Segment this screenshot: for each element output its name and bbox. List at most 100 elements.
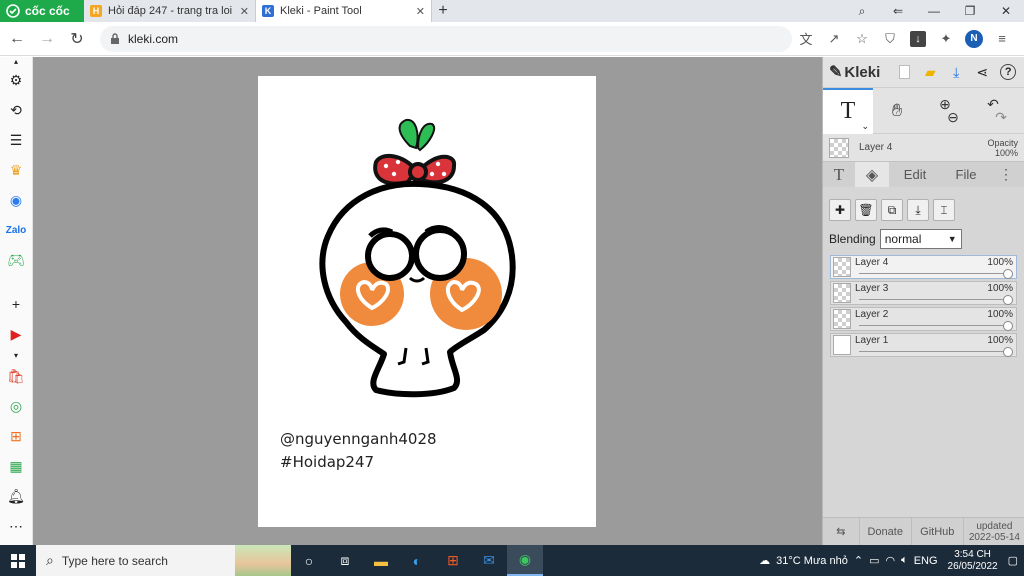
- translate-icon[interactable]: 文: [794, 27, 818, 51]
- open-folder-icon[interactable]: ▰: [920, 62, 940, 82]
- forward-button[interactable]: →: [34, 26, 60, 52]
- coccoc-taskbar-icon[interactable]: ◉: [507, 545, 543, 576]
- updated-info[interactable]: updated 2022-05-14: [964, 518, 1024, 546]
- close-window-button[interactable]: ✕: [988, 0, 1024, 22]
- shield-icon[interactable]: ⛉: [878, 27, 902, 51]
- share-icon[interactable]: ⋖: [972, 62, 992, 82]
- reload-button[interactable]: ↻: [64, 26, 90, 52]
- opacity-slider-track[interactable]: [859, 273, 1008, 274]
- tab-search-icon[interactable]: ⌕: [844, 0, 880, 22]
- notifications-icon[interactable]: ▢: [1008, 554, 1018, 567]
- back-arrow-icon[interactable]: ⇐: [880, 0, 916, 22]
- url-input[interactable]: kleki.com: [100, 25, 792, 52]
- settings-icon[interactable]: ⚙: [0, 65, 33, 95]
- text-tool[interactable]: T ⌄: [823, 87, 873, 134]
- layer-row[interactable]: Layer 3 100%: [830, 281, 1017, 305]
- history-icon[interactable]: ⟲: [0, 95, 33, 125]
- tab-text-settings[interactable]: T: [823, 162, 855, 187]
- close-icon[interactable]: ✕: [240, 5, 249, 18]
- rename-layer-icon[interactable]: ⌶: [933, 199, 955, 221]
- layer-row[interactable]: Layer 2 100%: [830, 307, 1017, 331]
- volume-icon[interactable]: 🔈︎: [901, 554, 908, 567]
- tab-edit[interactable]: Edit: [889, 162, 941, 187]
- battery-icon[interactable]: ▭: [869, 554, 879, 567]
- tab-file[interactable]: File: [941, 162, 991, 187]
- profile-button[interactable]: N: [962, 27, 986, 51]
- blending-value: normal: [884, 232, 922, 246]
- game-icon[interactable]: 🎮︎: [0, 245, 33, 275]
- opacity-slider-handle[interactable]: [1003, 269, 1013, 279]
- zoom-icon[interactable]: ⊕ ⊖: [921, 88, 969, 134]
- canvas-workspace[interactable]: @nguyennganh4028 #Hoidap247: [33, 57, 822, 545]
- task-view-icon[interactable]: ○: [291, 545, 327, 576]
- chevron-down-icon[interactable]: ⌄: [861, 121, 869, 132]
- opacity-slider-track[interactable]: [859, 325, 1008, 326]
- tiki-icon[interactable]: ⊞: [0, 421, 33, 451]
- donate-link[interactable]: Donate: [860, 517, 912, 546]
- new-image-icon[interactable]: [894, 62, 914, 82]
- scroll-up-icon[interactable]: ▴: [0, 57, 33, 66]
- github-link[interactable]: GitHub: [912, 517, 964, 546]
- kleki-logo[interactable]: ✎ Kleki: [829, 62, 880, 82]
- widgets-icon[interactable]: ⧈: [327, 545, 363, 576]
- layer-row[interactable]: Layer 4 100%: [830, 255, 1017, 279]
- chevron-down-icon[interactable]: ▾: [0, 349, 33, 361]
- swap-side-icon[interactable]: ⇆: [823, 517, 860, 546]
- add-icon[interactable]: +: [0, 289, 33, 319]
- edge-icon[interactable]: ◐: [399, 545, 435, 576]
- notification-bell-icon[interactable]: 🔔︎: [0, 481, 33, 511]
- new-tab-button[interactable]: +: [432, 0, 454, 22]
- more-vertical-icon[interactable]: ⋮: [991, 162, 1021, 187]
- opacity-slider-handle[interactable]: [1003, 321, 1013, 331]
- coccoc-map-icon[interactable]: ◎: [0, 391, 33, 421]
- back-button[interactable]: ←: [4, 26, 30, 52]
- opacity-slider-handle[interactable]: [1003, 347, 1013, 357]
- minimize-button[interactable]: —: [916, 0, 952, 22]
- mail-icon[interactable]: ✉: [471, 545, 507, 576]
- file-explorer-icon[interactable]: ▬: [363, 545, 399, 576]
- download-icon[interactable]: ↓: [906, 27, 930, 51]
- weather-icon[interactable]: ☁: [759, 554, 770, 567]
- layer-row[interactable]: Layer 1 100%: [830, 333, 1017, 357]
- tab-kleki[interactable]: K Kleki - Paint Tool ✕: [256, 0, 432, 22]
- extensions-icon[interactable]: ✦: [934, 27, 958, 51]
- browser-logo[interactable]: cốc cốc: [0, 0, 84, 22]
- tab-hoidap[interactable]: H Hỏi đáp 247 - trang tra loi ✕: [84, 0, 256, 22]
- spreadsheet-icon[interactable]: ▦: [0, 451, 33, 481]
- undo-redo-icon[interactable]: ↶ ↷: [969, 88, 1017, 134]
- opacity-slider-handle[interactable]: [1003, 295, 1013, 305]
- restore-button[interactable]: ❐: [952, 0, 988, 22]
- hand-tool-icon[interactable]: ✋︎: [873, 88, 921, 134]
- more-icon[interactable]: ⋯: [0, 511, 33, 541]
- help-icon[interactable]: ?: [998, 62, 1018, 82]
- store-icon[interactable]: ⊞: [435, 545, 471, 576]
- language-indicator[interactable]: ENG: [914, 555, 938, 567]
- chevron-up-icon[interactable]: ⌃: [854, 554, 863, 567]
- menu-icon[interactable]: ≡: [990, 27, 1014, 51]
- zalo-icon[interactable]: Zalo: [0, 215, 33, 245]
- blending-select[interactable]: normal ▼: [879, 229, 962, 249]
- messenger-icon[interactable]: ◉: [0, 185, 33, 215]
- tab-layers[interactable]: ◈: [855, 162, 889, 187]
- share-icon[interactable]: ↗: [822, 27, 846, 51]
- shopping-icon[interactable]: 🛍︎: [0, 361, 33, 391]
- weather-text[interactable]: 31°C Mưa nhỏ: [776, 555, 848, 567]
- merge-layer-icon[interactable]: ⤓: [907, 199, 929, 221]
- blending-row: Blending normal ▼: [823, 221, 1024, 249]
- drawing-canvas[interactable]: @nguyennganh4028 #Hoidap247: [258, 76, 596, 527]
- clock[interactable]: 3:54 CH 26/05/2022: [944, 549, 1002, 573]
- download-icon[interactable]: ⤓: [946, 62, 966, 82]
- crown-icon[interactable]: ♛: [0, 155, 33, 185]
- taskbar-search-input[interactable]: ⌕ Type here to search: [36, 545, 291, 576]
- close-icon[interactable]: ✕: [416, 5, 425, 18]
- bookmark-star-icon[interactable]: ☆: [850, 27, 874, 51]
- opacity-slider-track[interactable]: [859, 351, 1008, 352]
- youtube-icon[interactable]: ▶: [0, 319, 33, 349]
- network-icon[interactable]: ◠: [885, 554, 895, 567]
- windows-start-button[interactable]: [0, 545, 36, 576]
- duplicate-layer-icon[interactable]: ⧉: [881, 199, 903, 221]
- add-layer-icon[interactable]: ✚: [829, 199, 851, 221]
- opacity-slider-track[interactable]: [859, 299, 1008, 300]
- delete-layer-icon[interactable]: 🗑︎: [855, 199, 877, 221]
- reading-list-icon[interactable]: ☰: [0, 125, 33, 155]
